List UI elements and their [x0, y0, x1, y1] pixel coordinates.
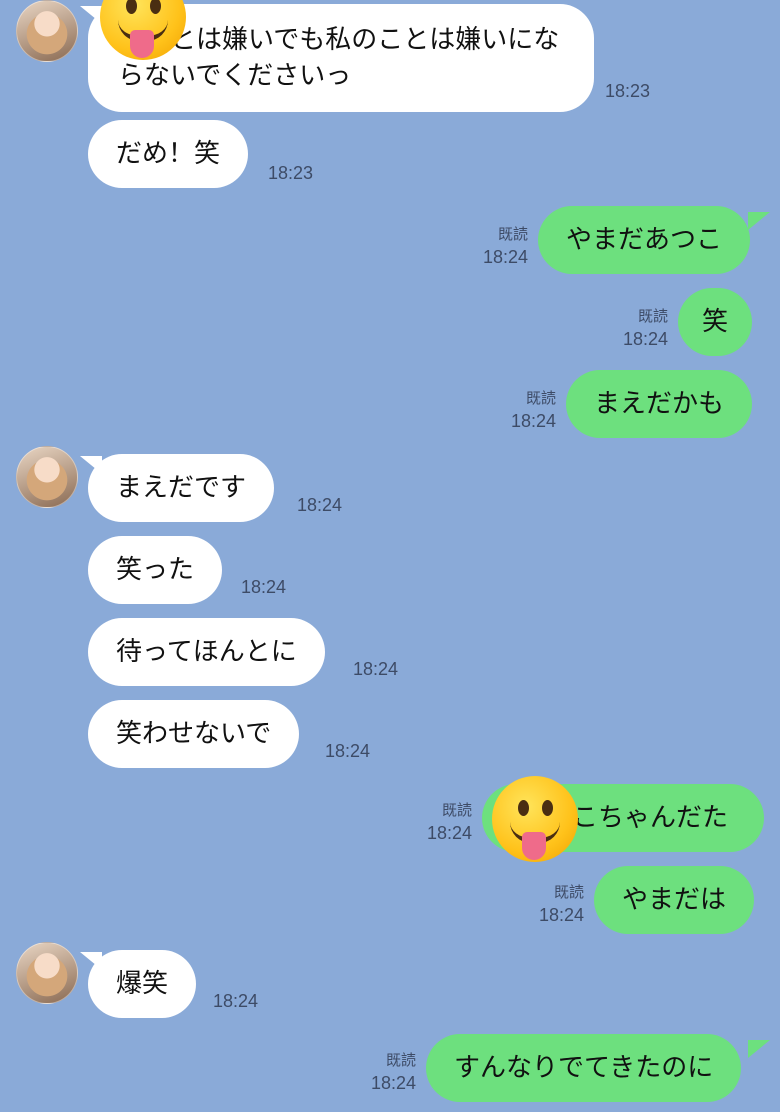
- message-text: やまだあつこ: [566, 225, 723, 255]
- message-bubble-incoming[interactable]: だめ！笑: [88, 120, 249, 188]
- bubble-tail: [748, 212, 770, 230]
- read-receipt: 既読: [525, 390, 556, 407]
- message-meta: 既読 18:24: [358, 1050, 416, 1094]
- message-text: 笑わせないで: [116, 719, 272, 749]
- message-text: すんなりでてきたのに: [454, 1053, 714, 1083]
- message-text: 笑った: [116, 555, 195, 585]
- message-text: 笑: [702, 307, 729, 337]
- read-receipt: 既読: [441, 802, 472, 819]
- message-meta: 既読 18:24: [414, 800, 472, 844]
- message-time: 18:24: [426, 823, 472, 843]
- message-bubble-incoming[interactable]: 笑わせないで: [88, 700, 300, 768]
- read-receipt: 既読: [553, 884, 584, 901]
- message-meta: 既読 18:24: [526, 882, 584, 926]
- read-receipt: 既読: [637, 308, 668, 325]
- bubble-tail: [748, 1040, 770, 1058]
- message-meta: 既読 18:24: [470, 224, 528, 268]
- message-text: 待ってほんとに: [116, 637, 297, 667]
- message-bubble-outgoing[interactable]: まえだかも: [566, 370, 753, 438]
- message-time: 18:24: [213, 991, 259, 1011]
- message-time: 18:24: [325, 741, 371, 761]
- message-bubble-incoming[interactable]: まえだです: [88, 454, 275, 522]
- avatar[interactable]: [16, 0, 78, 62]
- message-text: まえだかも: [594, 389, 725, 419]
- message-bubble-outgoing[interactable]: すんなりでてきたのに: [426, 1034, 742, 1102]
- message-bubble-incoming[interactable]: 笑った: [88, 536, 223, 604]
- avatar[interactable]: [16, 942, 78, 1004]
- message-text: こちゃんだた: [572, 803, 729, 833]
- tongue-out-emoji-icon: [492, 776, 578, 862]
- message-bubble-incoming[interactable]: 爆笑: [88, 950, 197, 1018]
- message-meta: 既読 18:24: [498, 388, 556, 432]
- message-text: 爆笑: [116, 969, 169, 999]
- message-text: のことは嫌いでも私のことは嫌いにならないでくださいっ: [118, 25, 560, 91]
- avatar[interactable]: [16, 446, 78, 508]
- message-text: まえだです: [116, 473, 247, 503]
- message-time: 18:24: [353, 659, 399, 679]
- message-bubble-outgoing[interactable]: やまだあつこ: [538, 206, 751, 274]
- message-bubble-outgoing[interactable]: やまだは: [594, 866, 755, 934]
- message-time: 18:24: [370, 1073, 416, 1093]
- message-time: 18:24: [538, 905, 584, 925]
- message-time: 18:24: [622, 329, 668, 349]
- message-time: 18:24: [510, 411, 556, 431]
- message-bubble-incoming[interactable]: 待ってほんとに: [88, 618, 325, 686]
- read-receipt: 既読: [385, 1052, 416, 1069]
- message-time: 18:24: [482, 247, 528, 267]
- message-time: 18:24: [241, 577, 287, 597]
- message-text: だめ！笑: [116, 139, 221, 169]
- message-text: やまだは: [622, 885, 727, 915]
- message-bubble-outgoing[interactable]: 笑: [678, 288, 753, 356]
- chat-area[interactable]: のことは嫌いでも私のことは嫌いにならないでくださいっ 18:23 だめ！笑 18…: [0, 0, 780, 1112]
- message-time: 18:23: [605, 81, 651, 101]
- read-receipt: 既読: [497, 226, 528, 243]
- message-time: 18:23: [268, 163, 314, 183]
- message-meta: 既読 18:24: [610, 306, 668, 350]
- message-time: 18:24: [297, 495, 343, 515]
